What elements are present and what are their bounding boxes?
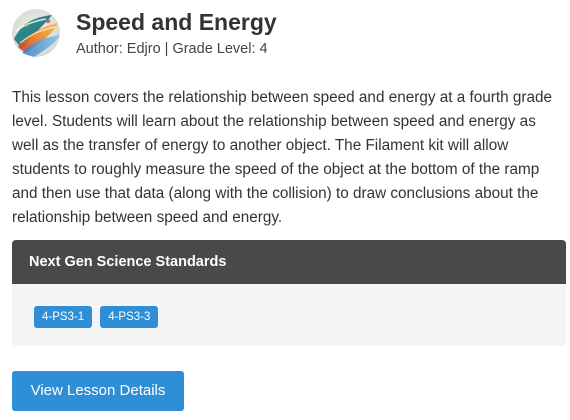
standards-heading: Next Gen Science Standards [12,240,566,284]
view-lesson-details-button[interactable]: View Lesson Details [12,371,184,411]
standards-card: Next Gen Science Standards 4-PS3-1 4-PS3… [12,240,566,346]
lesson-title: Speed and Energy [76,9,277,35]
lesson-description: This lesson covers the relationship betw… [12,89,552,226]
standards-badge-list: 4-PS3-1 4-PS3-3 [12,284,566,328]
lesson-author-grade: Author: Edjro | Grade Level: 4 [76,41,268,57]
title-block: Speed and Energy Author: Edjro | Grade L… [76,8,277,58]
standard-badge-4-ps3-3[interactable]: 4-PS3-3 [100,306,159,328]
standard-badge-4-ps3-1[interactable]: 4-PS3-1 [34,306,93,328]
lesson-thumbnail-icon [12,9,60,57]
abstract-swirl-thumbnail-icon [12,9,60,57]
lesson-header: Speed and Energy Author: Edjro | Grade L… [12,8,277,58]
